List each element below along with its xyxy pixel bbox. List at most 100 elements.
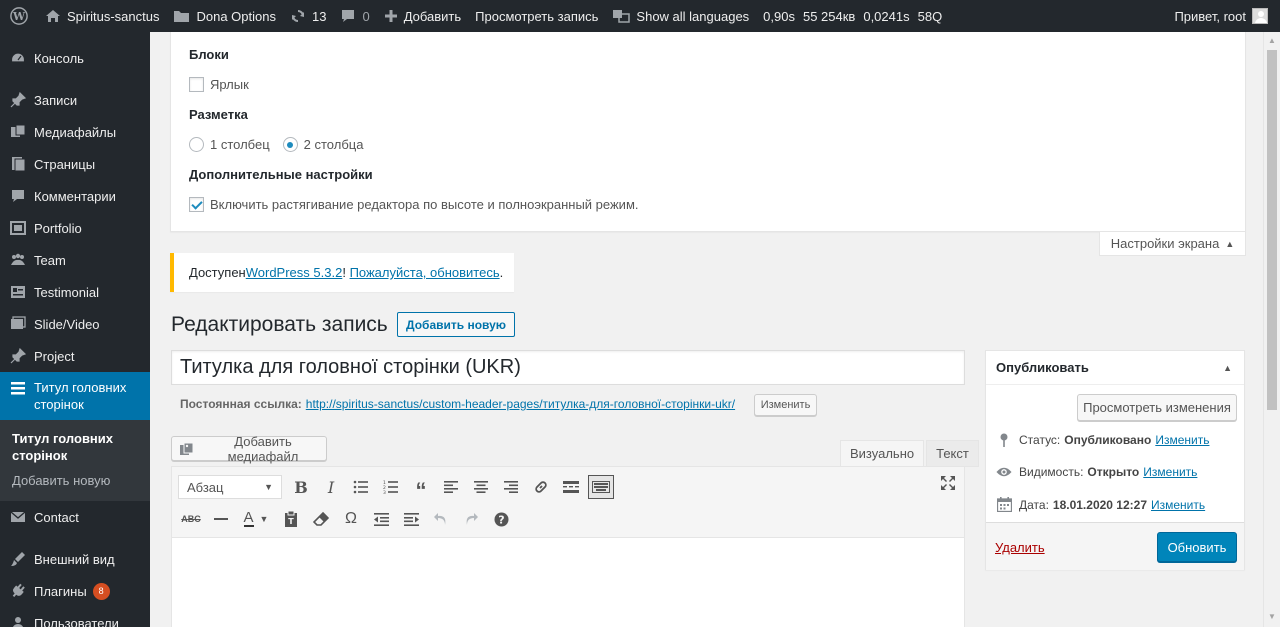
special-character-button[interactable]: Ω (336, 505, 366, 533)
sidebar-item-project[interactable]: Project (0, 340, 150, 372)
wordpress-version-link[interactable]: WordPress 5.3.2 (246, 265, 343, 280)
numbered-list-button[interactable]: 123 (376, 473, 406, 501)
scrollbar-thumb[interactable] (1267, 50, 1277, 410)
wp-logo-menu[interactable]: W (0, 0, 38, 32)
post-title-input[interactable]: Титулка для головної сторінки (UKR) (171, 350, 965, 385)
link-icon (535, 481, 547, 493)
page-scrollbar[interactable]: ▲ ▼ (1263, 32, 1280, 627)
sidebar-item-portfolio[interactable]: Portfolio (0, 212, 150, 244)
tab-visual[interactable]: Визуально (840, 440, 925, 467)
outdent-button[interactable] (366, 505, 396, 533)
dona-options-menu[interactable]: Dona Options (166, 0, 283, 32)
publish-box-header[interactable]: Опубликовать ▲ (986, 351, 1244, 385)
comment-bubble-icon (340, 8, 356, 24)
sidebar-item-appearance[interactable]: Внешний вид (0, 543, 150, 575)
languages-menu[interactable]: Show all languages (605, 0, 756, 32)
pin-icon (8, 92, 28, 108)
view-post-link[interactable]: Просмотреть запись (468, 0, 605, 32)
clear-formatting-button[interactable] (306, 505, 336, 533)
update-button[interactable]: Обновить (1157, 532, 1237, 562)
sidebar-item-dashboard[interactable]: Консоль (0, 42, 150, 74)
add-media-button[interactable]: Добавить медиафайл (171, 434, 327, 464)
my-account-menu[interactable]: Привет, root (1174, 8, 1280, 24)
page-title: Редактировать запись (171, 313, 388, 336)
label-checkbox-row[interactable]: Ярлык (189, 77, 249, 92)
please-update-link[interactable]: Пожалуйста, обновитесь (350, 265, 500, 280)
keyboard-shortcuts-button[interactable]: ? (486, 505, 516, 533)
add-new-post-button[interactable]: Добавить новую (397, 312, 516, 337)
comments-menu[interactable]: 0 (333, 0, 376, 32)
avatar (1252, 8, 1268, 24)
sidebar-item-team[interactable]: Team (0, 244, 150, 276)
strikethrough-button[interactable]: ABC (176, 505, 206, 533)
sidebar-item-media[interactable]: Медиафайлы (0, 116, 150, 148)
one-column-label: 1 столбец (210, 137, 270, 152)
insert-link-button[interactable] (526, 473, 556, 501)
submenu-item-all[interactable]: Титул головних сторінок (0, 426, 150, 468)
permalink-edit-button[interactable]: Изменить (754, 394, 817, 416)
preview-changes-button[interactable]: Просмотреть изменения (1077, 394, 1237, 421)
date-label: Дата: (1019, 497, 1049, 512)
bold-button[interactable]: B (286, 473, 316, 501)
sidebar-item-header-pages[interactable]: Титул головних сторінок (0, 372, 150, 420)
horizontal-line-button[interactable] (206, 505, 236, 533)
fullscreen-button[interactable] (940, 475, 956, 496)
stat-memory: 55 254кв (802, 8, 856, 24)
align-right-button[interactable] (496, 473, 526, 501)
editor-expand-checkbox[interactable] (189, 197, 204, 212)
date-edit-link[interactable]: Изменить (1151, 498, 1205, 512)
scroll-up-icon[interactable]: ▲ (1268, 36, 1276, 45)
sidebar-item-slide-video[interactable]: Slide/Video (0, 308, 150, 340)
sidebar-item-comments[interactable]: Комментарии (0, 180, 150, 212)
editor-expand-row[interactable]: Включить растягивание редактора по высот… (189, 197, 639, 212)
two-column-radio[interactable] (282, 137, 298, 152)
text-color-button[interactable]: A ▼ (236, 505, 276, 533)
sidebar-item-label: Плагины (34, 583, 87, 599)
indent-button[interactable] (396, 505, 426, 533)
tab-text[interactable]: Текст (926, 440, 979, 467)
blockquote-button[interactable]: “ (406, 473, 436, 503)
undo-button[interactable] (426, 505, 456, 533)
sidebar-item-plugins[interactable]: Плагины 8 (0, 575, 150, 607)
visibility-edit-link[interactable]: Изменить (1143, 465, 1197, 479)
delete-link[interactable]: Удалить (995, 540, 1045, 555)
fullscreen-icon (941, 476, 955, 490)
debug-stats-menu[interactable]: 0,90s 55 254кв 0,0241s 58Q (756, 0, 949, 32)
toolbar-toggle-button[interactable] (588, 475, 614, 499)
one-column-radio[interactable] (189, 137, 204, 152)
bullet-list-button[interactable] (346, 473, 376, 501)
editor-content-area[interactable] (172, 538, 964, 627)
redo-button[interactable] (456, 505, 486, 533)
site-name-menu[interactable]: Spiritus-sanctus (38, 0, 166, 32)
visibility-row: Видимость: Открыто Изменить (996, 465, 1197, 479)
read-more-button[interactable] (556, 473, 586, 501)
updates-menu[interactable]: 13 (283, 0, 333, 32)
add-new-menu[interactable]: Добавить (377, 0, 468, 32)
sidebar-item-testimonial[interactable]: Testimonial (0, 276, 150, 308)
status-edit-link[interactable]: Изменить (1155, 433, 1209, 447)
screen-options-toggle[interactable]: Настройки экрана ▲ (1099, 232, 1246, 256)
pin-status-icon (996, 433, 1012, 447)
label-checkbox[interactable] (189, 77, 204, 92)
submenu-item-add-new[interactable]: Добавить новую (0, 468, 150, 493)
wordpress-logo-icon: W (10, 7, 28, 25)
format-select[interactable]: Абзац ▼ (178, 475, 282, 499)
sidebar-item-pages[interactable]: Страницы (0, 148, 150, 180)
sidebar-item-label: Team (34, 252, 66, 268)
update-notice: Доступен WordPress 5.3.2 ! Пожалуйста, о… (170, 253, 514, 292)
permalink-url[interactable]: http://spiritus-sanctus/custom-header-pa… (306, 397, 735, 411)
two-column-label: 2 столбца (303, 137, 364, 152)
caret-up-icon: ▲ (1225, 238, 1235, 249)
sidebar-item-posts[interactable]: Записи (0, 84, 150, 116)
sidebar-item-contact[interactable]: Contact (0, 501, 150, 533)
redo-icon (466, 513, 478, 525)
italic-button[interactable]: I (316, 473, 346, 501)
caret-up-icon[interactable]: ▲ (1223, 363, 1232, 373)
scroll-down-icon[interactable]: ▼ (1268, 612, 1276, 621)
align-left-button[interactable] (436, 473, 466, 501)
paste-as-text-button[interactable]: T (276, 505, 306, 533)
sidebar-item-label: Contact (34, 509, 79, 525)
sidebar-item-users[interactable]: Пользователи (0, 607, 150, 627)
visibility-value: Открыто (1087, 465, 1140, 479)
align-center-button[interactable] (466, 473, 496, 501)
